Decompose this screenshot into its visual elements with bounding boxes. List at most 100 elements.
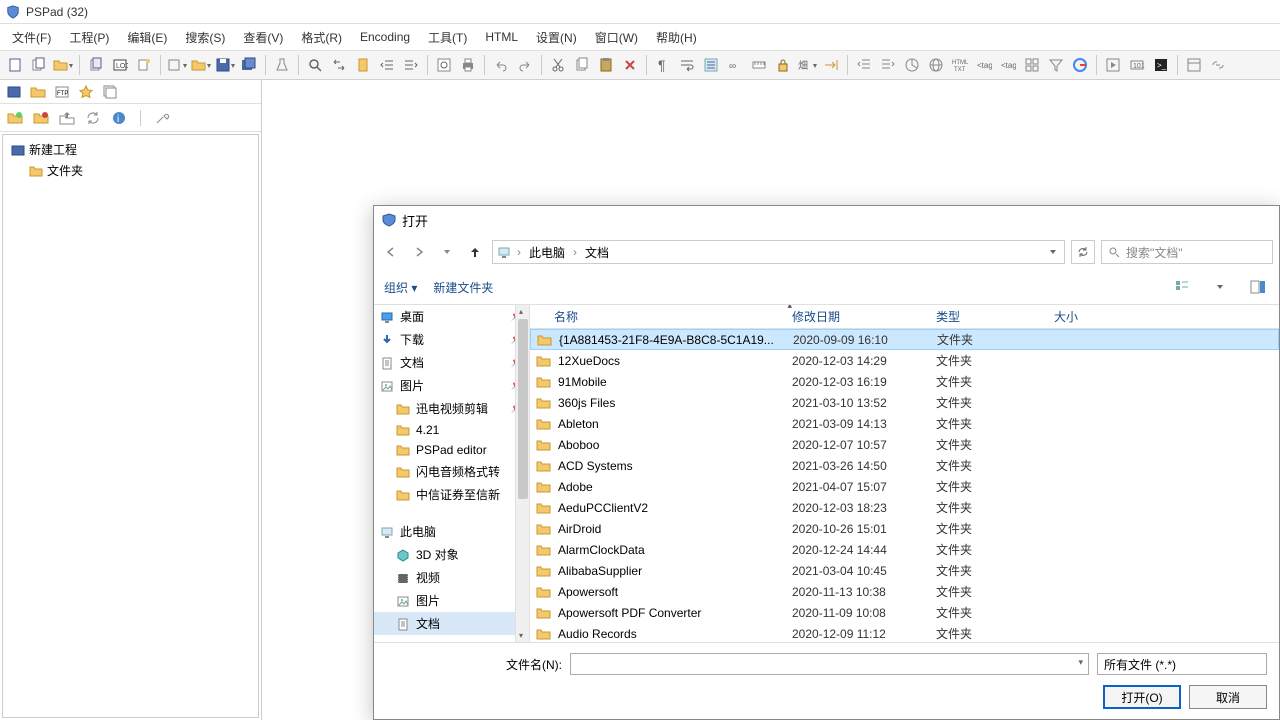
preview-icon[interactable]: [433, 54, 455, 76]
tree-root[interactable]: 新建工程: [7, 139, 254, 160]
refresh-icon[interactable]: [1071, 240, 1095, 264]
menu-project[interactable]: 工程(P): [61, 26, 117, 49]
filename-input[interactable]: [570, 653, 1089, 675]
breadcrumb[interactable]: › 此电脑 › 文档: [492, 240, 1065, 264]
nav-item[interactable]: 迅电视频剪辑📌: [374, 397, 529, 420]
nav-scrollbar[interactable]: ▴ ▾: [515, 305, 529, 642]
cut-icon[interactable]: [547, 54, 569, 76]
paste-icon[interactable]: [595, 54, 617, 76]
google-icon[interactable]: [1069, 54, 1091, 76]
file-row[interactable]: AirDroid2020-10-26 15:01文件夹: [530, 518, 1279, 539]
print-icon[interactable]: [457, 54, 479, 76]
file-row[interactable]: AlarmClockData2020-12-24 14:44文件夹: [530, 539, 1279, 560]
special-chars-icon[interactable]: ∞: [724, 54, 746, 76]
col-size[interactable]: 大小: [1054, 308, 1279, 325]
scrollbar-thumb[interactable]: [518, 319, 528, 499]
refresh-tree-icon[interactable]: [84, 109, 102, 127]
file-row[interactable]: Audio Records2020-12-09 11:12文件夹: [530, 623, 1279, 642]
menu-search[interactable]: 搜索(S): [177, 26, 233, 49]
filename-dropdown-icon[interactable]: ▾: [1078, 657, 1083, 668]
sparkle-icon[interactable]: [133, 54, 155, 76]
search-input[interactable]: 搜索"文档": [1101, 240, 1273, 264]
panel-tab-favorites-icon[interactable]: [78, 84, 94, 100]
new-multi-icon[interactable]: [28, 54, 50, 76]
redo-icon[interactable]: [514, 54, 536, 76]
menu-format[interactable]: 格式(R): [293, 26, 350, 49]
file-row[interactable]: Ableton2021-03-09 14:13文件夹: [530, 413, 1279, 434]
tools-icon[interactable]: [153, 109, 171, 127]
menu-file[interactable]: 文件(F): [4, 26, 59, 49]
up-folder-icon[interactable]: [58, 109, 76, 127]
bookmark-icon[interactable]: [352, 54, 374, 76]
indent-left-icon[interactable]: [376, 54, 398, 76]
nav-item[interactable]: 桌面📌: [374, 305, 529, 328]
tag2-icon[interactable]: <tag: [997, 54, 1019, 76]
undo-icon[interactable]: [490, 54, 512, 76]
menu-view[interactable]: 查看(V): [235, 26, 291, 49]
copy2-icon[interactable]: [571, 54, 593, 76]
pilcrow-icon[interactable]: ¶: [652, 54, 674, 76]
lines-icon[interactable]: [700, 54, 722, 76]
nav-item[interactable]: 图片📌: [374, 374, 529, 397]
flask-icon[interactable]: [271, 54, 293, 76]
menu-tools[interactable]: 工具(T): [420, 26, 475, 49]
file-row[interactable]: Apowersoft PDF Converter2020-11-09 10:08…: [530, 602, 1279, 623]
info-icon[interactable]: i: [110, 109, 128, 127]
nav-item[interactable]: 视频: [374, 566, 529, 589]
grid-icon[interactable]: [1021, 54, 1043, 76]
project-tree[interactable]: 新建工程 文件夹: [2, 134, 259, 718]
globe-icon[interactable]: [925, 54, 947, 76]
nav-item[interactable]: 文档: [374, 612, 529, 635]
open-button[interactable]: 打开(O): [1103, 685, 1181, 709]
lock-icon[interactable]: [772, 54, 794, 76]
new-folder-button[interactable]: 新建文件夹: [433, 279, 493, 296]
nav-item[interactable]: 图片: [374, 589, 529, 612]
panel-tab-folder-icon[interactable]: [30, 84, 46, 100]
nav-item[interactable]: 4.21: [374, 420, 529, 440]
view-dropdown-icon[interactable]: [1209, 276, 1231, 298]
col-name[interactable]: 名称▴: [530, 308, 792, 325]
save-dropdown-icon[interactable]: [214, 54, 236, 76]
menu-html[interactable]: HTML: [477, 27, 526, 47]
search-icon[interactable]: [304, 54, 326, 76]
nav-item[interactable]: 文档📌: [374, 351, 529, 374]
delete-icon[interactable]: [619, 54, 641, 76]
folder-dropdown-icon[interactable]: [52, 54, 74, 76]
nav-item[interactable]: 中信证券至信新: [374, 483, 529, 506]
copy-icon[interactable]: [85, 54, 107, 76]
layout-icon[interactable]: [1183, 54, 1205, 76]
remove-project-icon[interactable]: [32, 109, 50, 127]
file-filter[interactable]: 所有文件 (*.*): [1097, 653, 1267, 675]
indent-icon[interactable]: [877, 54, 899, 76]
nav-item[interactable]: 3D 对象: [374, 543, 529, 566]
open-dropdown-icon[interactable]: [190, 54, 212, 76]
save-all-icon[interactable]: [238, 54, 260, 76]
play-icon[interactable]: [1102, 54, 1124, 76]
view-mode-icon[interactable]: [1171, 276, 1193, 298]
pie-icon[interactable]: [901, 54, 923, 76]
menu-help[interactable]: 帮助(H): [648, 26, 705, 49]
breadcrumb-dropdown-icon[interactable]: [1046, 247, 1060, 257]
shape-dropdown-icon[interactable]: [166, 54, 188, 76]
ruler-icon[interactable]: [748, 54, 770, 76]
menu-encoding[interactable]: Encoding: [352, 27, 418, 47]
breadcrumb-docs[interactable]: 文档: [583, 244, 611, 261]
cancel-button[interactable]: 取消: [1189, 685, 1267, 709]
file-row[interactable]: 12XueDocs2020-12-03 14:29文件夹: [530, 350, 1279, 371]
file-row[interactable]: AlibabaSupplier2021-03-04 10:45文件夹: [530, 560, 1279, 581]
chain-icon[interactable]: [1207, 54, 1229, 76]
file-row[interactable]: 91Mobile2020-12-03 16:19文件夹: [530, 371, 1279, 392]
replace-icon[interactable]: [328, 54, 350, 76]
file-row[interactable]: Apowersoft2020-11-13 10:38文件夹: [530, 581, 1279, 602]
file-row[interactable]: Adobe2021-04-07 15:07文件夹: [530, 476, 1279, 497]
nav-item[interactable]: 下载📌: [374, 328, 529, 351]
file-row[interactable]: 360js Files2021-03-10 13:52文件夹: [530, 392, 1279, 413]
nav-item[interactable]: PSPad editor: [374, 440, 529, 460]
terminal-icon[interactable]: >_: [1150, 54, 1172, 76]
panel-tab-windows-icon[interactable]: [102, 84, 118, 100]
col-type[interactable]: 类型: [936, 308, 1054, 325]
menu-settings[interactable]: 设置(N): [528, 26, 585, 49]
nav-up-icon[interactable]: [464, 241, 486, 263]
tag-icon[interactable]: <tag: [973, 54, 995, 76]
outdent-icon[interactable]: [853, 54, 875, 76]
